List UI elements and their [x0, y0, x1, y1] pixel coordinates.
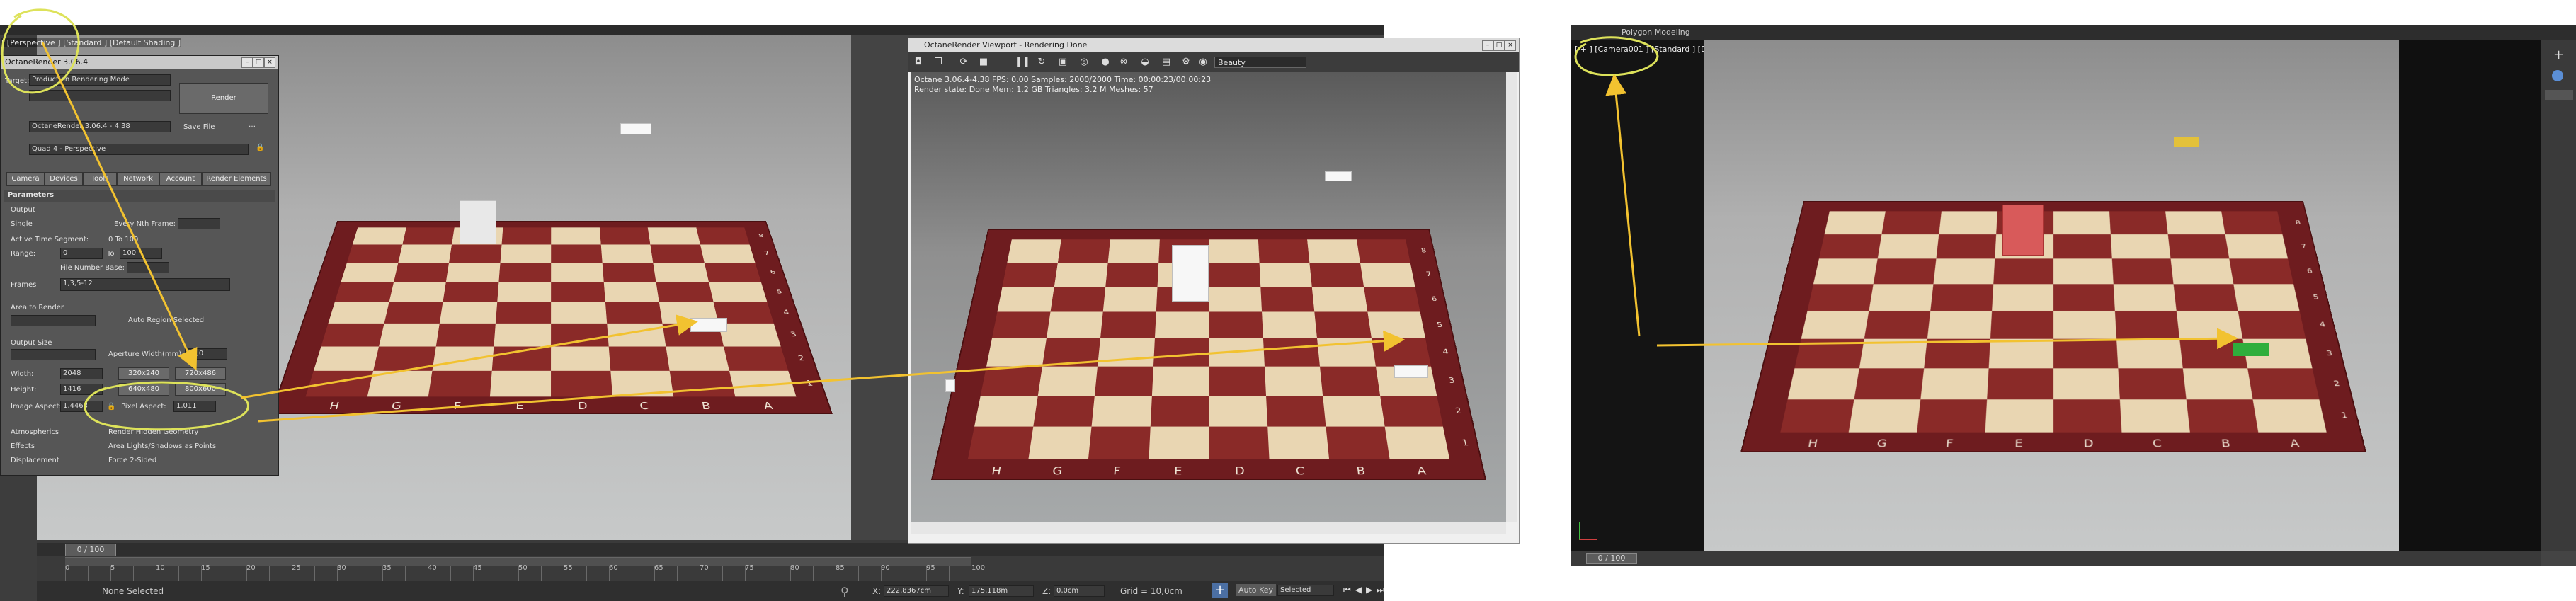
arrow-to-octane-piece — [258, 340, 1401, 421]
arrow-up-to-camera-label — [1614, 78, 1639, 336]
highlight-circle-camera-label — [1575, 38, 1658, 75]
annotation-overlay — [0, 0, 2576, 601]
highlight-circle-pixel-aspect — [85, 382, 249, 430]
highlight-circle-top-left — [2, 10, 79, 93]
arrow-to-left-board-piece — [241, 322, 694, 398]
arrow-to-green-piece — [1657, 338, 2234, 345]
arrow-curve-to-dialog — [42, 42, 195, 367]
